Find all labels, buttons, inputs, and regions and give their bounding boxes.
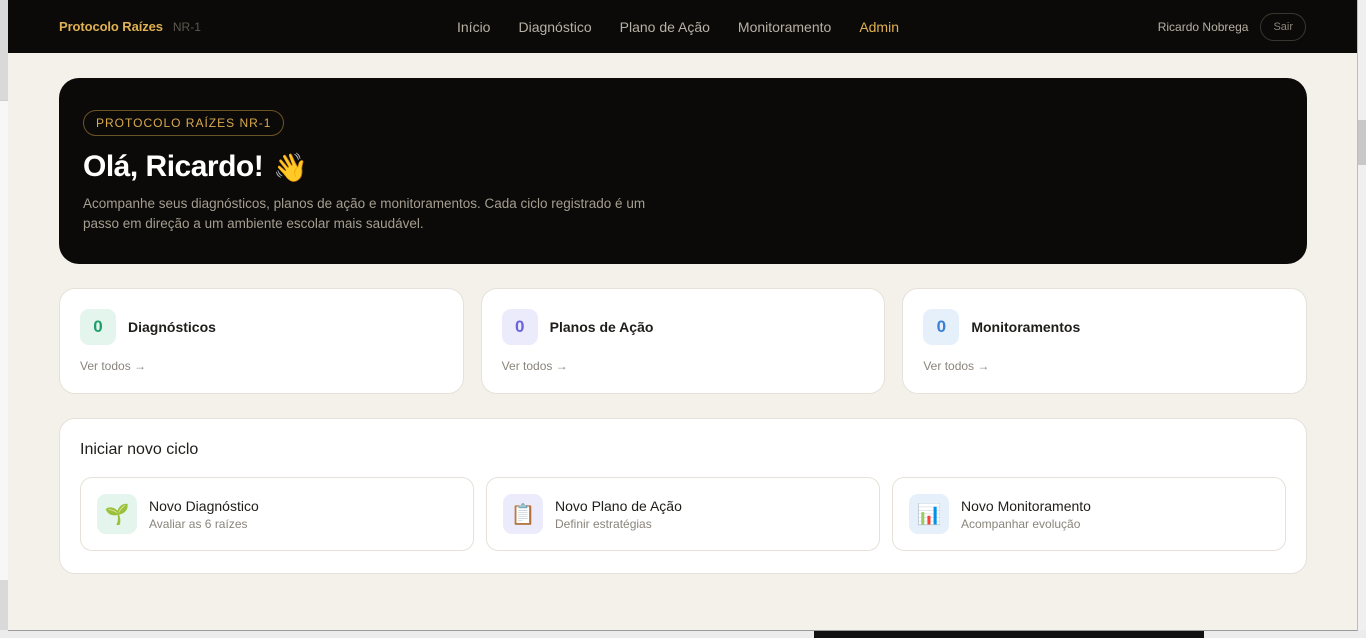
option-subtitle: Avaliar as 6 raízes bbox=[149, 516, 248, 531]
app-window: Protocolo Raízes NR-1 Início Diagnóstico… bbox=[8, 0, 1358, 631]
nav-links: Início Diagnóstico Plano de Ação Monitor… bbox=[457, 0, 927, 53]
new-cycle-panel: Iniciar novo ciclo 🌱 Novo Diagnóstico Av… bbox=[59, 418, 1307, 574]
new-cycle-title: Iniciar novo ciclo bbox=[80, 441, 199, 458]
background-scroll-thumb bbox=[1358, 120, 1366, 165]
hero-description: Acompanhe seus diagnósticos, planos de a… bbox=[83, 196, 646, 231]
background-dark-panel bbox=[814, 630, 1204, 638]
stat-card-planos: 0 Planos de Ação Ver todos → bbox=[480, 288, 886, 394]
stat-card-diagnosticos: 0 Diagnósticos Ver todos → bbox=[59, 288, 464, 394]
background-window-edge bbox=[0, 100, 8, 580]
user-menu: Ricardo Nobrega Sair bbox=[1158, 0, 1306, 53]
option-title: Novo Diagnóstico bbox=[149, 497, 259, 514]
new-diagnostico-button[interactable]: 🌱 Novo Diagnóstico Avaliar as 6 raízes bbox=[80, 477, 474, 551]
user-name: Ricardo Nobrega bbox=[1157, 19, 1249, 34]
nav-link-monitoramento[interactable]: Monitoramento bbox=[738, 19, 831, 35]
nav-link-plano-de-acao[interactable]: Plano de Ação bbox=[620, 19, 710, 35]
hero-badge: PROTOCOLO RAÍZES NR-1 bbox=[83, 110, 285, 136]
option-title: Novo Plano de Ação bbox=[555, 497, 682, 514]
option-subtitle: Definir estratégias bbox=[555, 516, 652, 531]
waving-hand-icon: 👋 bbox=[273, 151, 308, 183]
new-plano-button[interactable]: 📋 Novo Plano de Ação Definir estratégias bbox=[486, 477, 880, 551]
logout-button[interactable]: Sair bbox=[1260, 12, 1306, 41]
stat-count: 0 bbox=[501, 309, 538, 345]
view-all-monitoramentos-link[interactable]: Ver todos → bbox=[923, 359, 1286, 373]
brand-subtitle: NR-1 bbox=[172, 19, 201, 34]
hero-greeting: Olá, Ricardo! bbox=[83, 150, 264, 183]
stat-count: 0 bbox=[80, 309, 116, 345]
welcome-hero: PROTOCOLO RAÍZES NR-1 Olá, Ricardo! 👋 Ac… bbox=[59, 78, 1307, 264]
brand-logo[interactable]: Protocolo Raízes bbox=[59, 19, 163, 34]
view-all-diagnosticos-link[interactable]: Ver todos → bbox=[80, 359, 443, 373]
stat-card-monitoramentos: 0 Monitoramentos Ver todos → bbox=[902, 288, 1308, 394]
seedling-icon: 🌱 bbox=[97, 494, 137, 534]
hero-title: Olá, Ricardo! 👋 bbox=[83, 150, 1283, 184]
stats-row: 0 Diagnósticos Ver todos → 0 Planos de A… bbox=[59, 288, 1308, 394]
option-subtitle: Acompanhar evolução bbox=[961, 516, 1081, 531]
stat-label: Planos de Ação bbox=[549, 319, 654, 335]
stat-label: Diagnósticos bbox=[128, 319, 216, 335]
new-cycle-options: 🌱 Novo Diagnóstico Avaliar as 6 raízes 📋… bbox=[80, 477, 1286, 551]
stat-label: Monitoramentos bbox=[971, 319, 1081, 335]
option-title: Novo Monitoramento bbox=[961, 497, 1091, 514]
background-scroll-track bbox=[1358, 0, 1366, 638]
top-navbar: Protocolo Raízes NR-1 Início Diagnóstico… bbox=[8, 0, 1357, 53]
clipboard-icon: 📋 bbox=[503, 494, 543, 534]
bar-chart-icon: 📊 bbox=[909, 494, 949, 534]
nav-link-admin[interactable]: Admin bbox=[859, 19, 899, 35]
nav-link-inicio[interactable]: Início bbox=[457, 19, 490, 35]
stat-count: 0 bbox=[923, 309, 960, 345]
view-all-planos-link[interactable]: Ver todos → bbox=[502, 359, 865, 373]
new-monitoramento-button[interactable]: 📊 Novo Monitoramento Acompanhar evolução bbox=[892, 477, 1286, 551]
nav-link-diagnostico[interactable]: Diagnóstico bbox=[518, 19, 591, 35]
